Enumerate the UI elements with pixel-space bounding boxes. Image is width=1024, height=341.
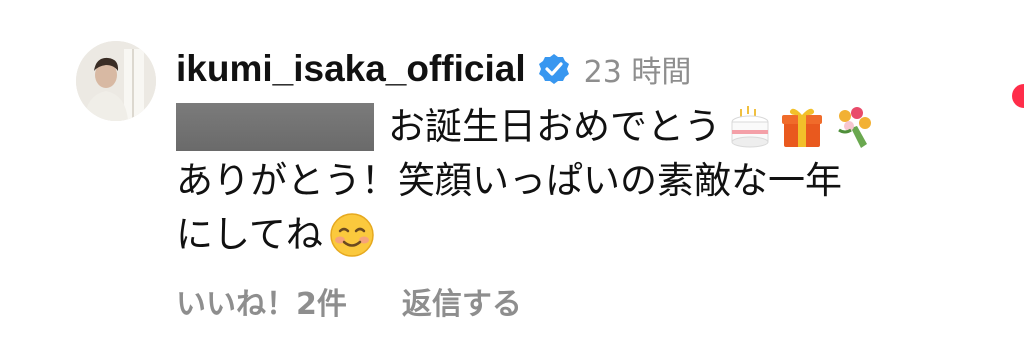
gift-icon — [779, 104, 825, 150]
comment-timestamp: 23 時間 — [583, 55, 692, 90]
smiling-face-icon — [329, 212, 375, 258]
comment-text-line-3: にしてね — [176, 213, 323, 256]
comment-line-1: お誕生日おめでとう — [176, 100, 956, 154]
comment-line-3: にしてね — [176, 208, 956, 262]
comment-text-line-2: ありがとう！笑顔いっぱいの素敵な一年 — [176, 159, 842, 202]
comment-actions: いいね！2件 返信する — [176, 278, 522, 324]
comment-body: お誕生日おめでとう ありがとう！笑顔いっぱいの素敵な一年 にしてね — [176, 100, 956, 262]
comment-header: ikumi_isaka_official 23 時間 — [176, 44, 691, 94]
verified-badge-icon — [538, 53, 570, 85]
avatar[interactable] — [76, 41, 156, 121]
comment-text-line-1: お誕生日おめでとう — [388, 105, 721, 148]
username-link[interactable]: ikumi_isaka_official — [176, 48, 526, 90]
birthday-cake-icon — [727, 104, 773, 150]
likes-count-link[interactable]: いいね！2件 — [176, 279, 347, 323]
like-heart-icon[interactable] — [1012, 84, 1024, 108]
bouquet-icon — [831, 104, 877, 150]
redacted-mention[interactable] — [176, 103, 374, 151]
reply-button[interactable]: 返信する — [402, 279, 522, 323]
profile-photo — [76, 41, 156, 121]
comment-line-2: ありがとう！笑顔いっぱいの素敵な一年 — [176, 154, 956, 208]
